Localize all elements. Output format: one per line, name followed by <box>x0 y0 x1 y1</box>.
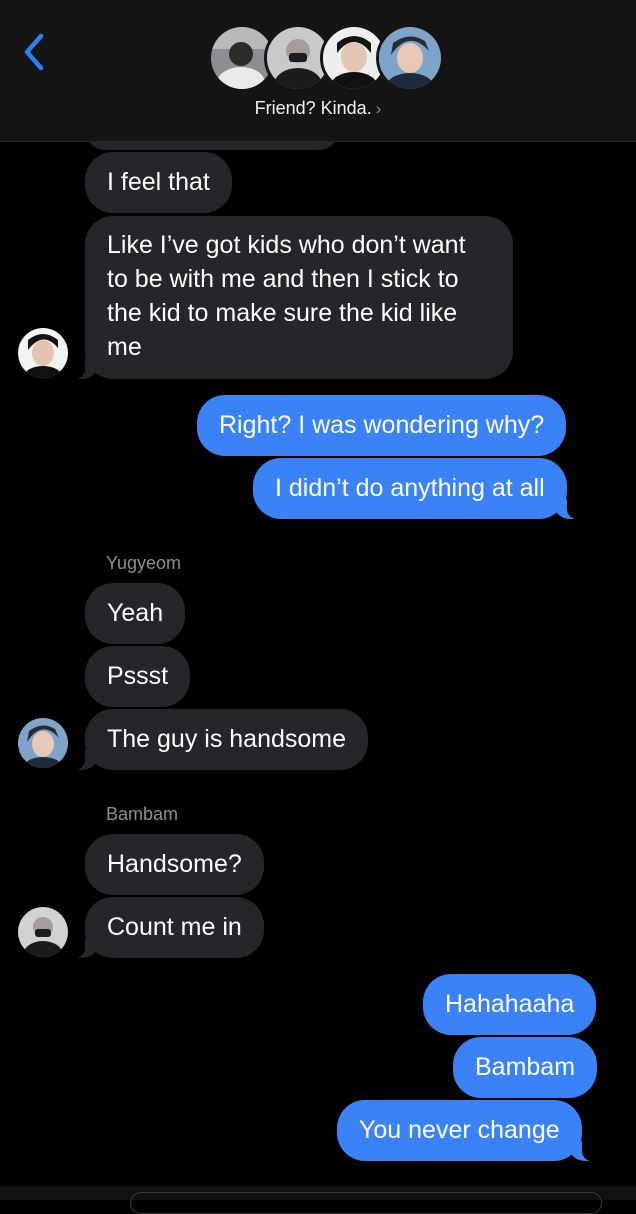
message-bubble-outgoing[interactable]: I didn’t do anything at all <box>253 458 593 519</box>
message-bubble-incoming[interactable]: Count me in <box>59 897 264 958</box>
message-text: You never change <box>359 1116 560 1144</box>
message-text: I didn’t do anything at all <box>275 474 545 502</box>
message-bubble-outgoing[interactable]: Hahahaaha <box>423 974 597 1035</box>
back-button[interactable] <box>14 28 54 76</box>
message-bubble-outgoing[interactable]: Bambam <box>453 1037 598 1098</box>
message-text: Bambam <box>475 1053 576 1081</box>
sender-avatar[interactable] <box>18 907 68 957</box>
chevron-right-icon: › <box>375 99 382 118</box>
message-text: Pssst <box>107 662 169 690</box>
message-bubble-incoming[interactable]: Yeah <box>85 583 186 644</box>
message-text: I feel that <box>107 168 210 196</box>
message-bubble-outgoing[interactable]: Right? I was wondering why? <box>197 395 567 456</box>
message-bubble-incoming[interactable]: Pssst <box>85 646 191 707</box>
message-text: Right? I was wondering why? <box>219 411 545 439</box>
message-text: Yeah <box>107 599 164 627</box>
message-bubble-outgoing[interactable]: You never change <box>337 1100 608 1161</box>
message-text: Like I’ve got kids who don’t want to be … <box>107 231 466 361</box>
group-name-button[interactable]: Friend? Kinda. › <box>0 98 636 119</box>
message-text: Count me in <box>107 913 242 941</box>
message-text: Handsome? <box>107 850 242 878</box>
message-bubble-incoming[interactable]: I feel that <box>85 152 232 213</box>
sender-name: Bambam <box>106 804 179 824</box>
sender-name: Yugyeom <box>106 553 182 573</box>
conversation-header: Friend? Kinda. › <box>0 0 636 142</box>
message-text: Hahahaaha <box>445 990 575 1018</box>
sender-avatar[interactable] <box>18 718 68 768</box>
member-avatar <box>376 24 444 92</box>
group-name-label: Friend? Kinda. <box>254 98 372 118</box>
message-bubble-incoming[interactable]: Handsome? <box>85 834 264 895</box>
message-text: The guy is handsome <box>107 725 347 753</box>
sender-avatar[interactable] <box>18 328 68 378</box>
message-bubble-incoming[interactable]: The guy is handsome <box>58 709 369 770</box>
message-input[interactable] <box>130 1192 602 1214</box>
message-bubble-incoming[interactable]: Like I’ve got kids who don’t want to be … <box>59 216 513 379</box>
chevron-left-icon <box>24 33 44 71</box>
group-avatars[interactable] <box>208 24 444 92</box>
compose-bar <box>0 1186 636 1214</box>
